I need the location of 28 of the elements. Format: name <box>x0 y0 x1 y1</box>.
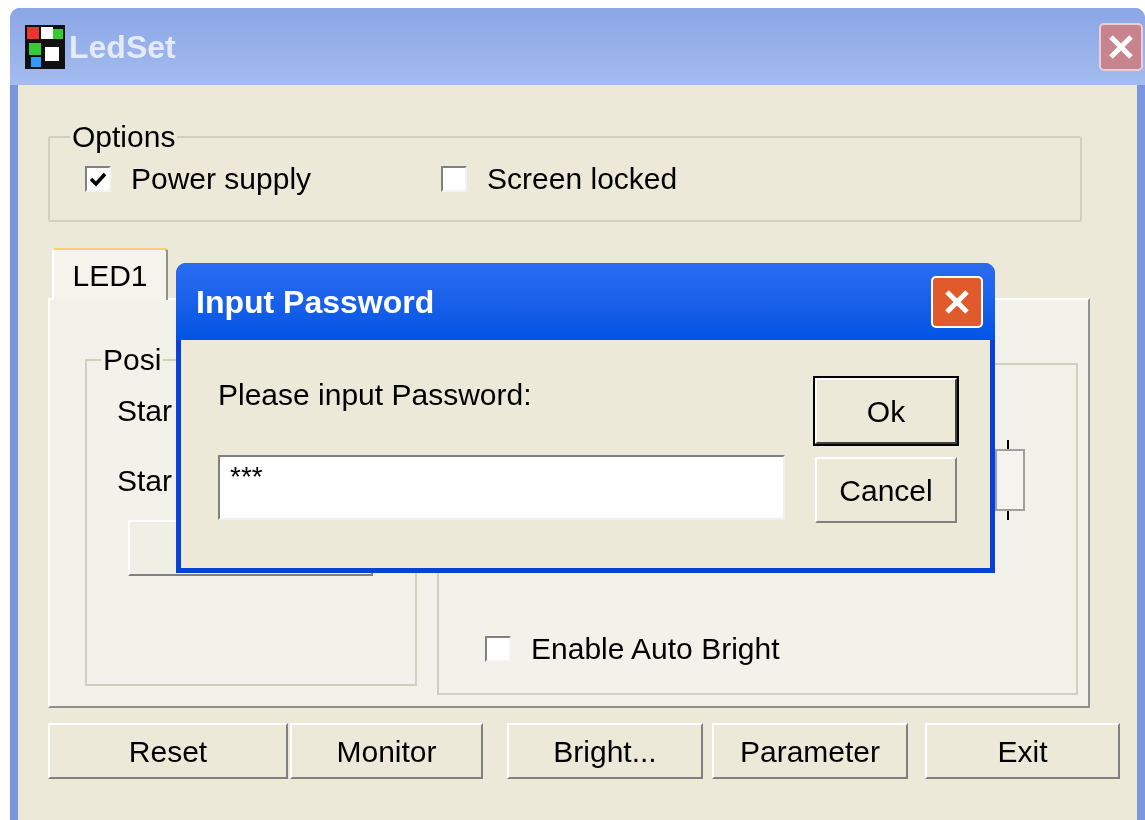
action-button[interactable]: Bright... <box>507 723 703 779</box>
password-prompt: Please input Password: <box>218 378 533 412</box>
checkbox[interactable] <box>85 165 111 192</box>
dialog-button[interactable]: Cancel <box>815 457 957 523</box>
checkbox-label: Screen locked <box>487 161 678 197</box>
close-icon <box>943 287 971 316</box>
group-title: Posi <box>102 343 163 377</box>
action-button[interactable]: Parameter <box>712 723 908 779</box>
action-button[interactable]: Exit <box>925 723 1120 779</box>
app-logo-icon <box>25 24 65 69</box>
action-button[interactable]: Reset <box>48 723 288 779</box>
close-icon <box>1108 33 1134 60</box>
action-button[interactable]: Monitor <box>290 723 483 779</box>
close-button[interactable] <box>1099 22 1143 71</box>
checkmark-icon <box>89 170 107 187</box>
checkbox[interactable] <box>441 165 468 192</box>
slider-thumb[interactable] <box>994 440 1028 520</box>
checkbox-label: Power supply <box>131 161 312 197</box>
password-field[interactable]: *** <box>218 455 785 520</box>
tab[interactable]: LED1 <box>52 248 168 300</box>
field-label: Star <box>117 464 173 498</box>
checkbox-label: Enable Auto Bright <box>531 631 780 667</box>
dialog-title: Input Password <box>196 282 435 322</box>
group-title: Options <box>71 120 177 154</box>
checkbox[interactable] <box>485 635 511 662</box>
field-label: Star <box>117 394 173 428</box>
window-title: LedSet <box>69 27 176 67</box>
dialog-button[interactable]: Ok <box>815 378 957 444</box>
